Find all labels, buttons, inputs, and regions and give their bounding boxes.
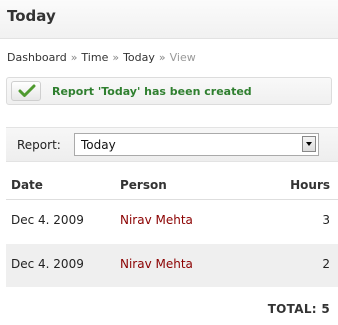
table-row: Dec 4. 2009 Nirav Mehta 2 (6, 244, 338, 288)
breadcrumb: Dashboard» Time» Today» View (7, 51, 196, 64)
cell-hours: 3 (322, 213, 330, 227)
total-hours: TOTAL: 5 (267, 302, 330, 316)
cell-person-link[interactable]: Nirav Mehta (120, 213, 193, 227)
page-title: Today (7, 7, 56, 25)
table-row: Dec 4. 2009 Nirav Mehta 3 (6, 200, 338, 244)
report-label: Report: (17, 138, 61, 152)
report-select[interactable]: Today (74, 133, 319, 156)
breadcrumb-separator: » (158, 51, 166, 64)
checkmark-icon (18, 84, 36, 97)
success-notice: Report 'Today' has been created (6, 77, 332, 105)
breadcrumb-today[interactable]: Today (123, 51, 155, 64)
cell-hours: 2 (322, 257, 330, 271)
table-header: Date Person Hours (6, 172, 338, 200)
column-header-date: Date (11, 178, 43, 192)
report-selector-bar: Report: Today (6, 127, 338, 162)
time-table: Date Person Hours Dec 4. 2009 Nirav Meht… (6, 172, 338, 288)
column-header-hours: Hours (290, 178, 330, 192)
cell-date: Dec 4. 2009 (11, 257, 84, 271)
dropdown-arrow-icon[interactable] (302, 136, 316, 152)
cell-person-link[interactable]: Nirav Mehta (120, 257, 193, 271)
breadcrumb-time[interactable]: Time (81, 51, 108, 64)
cell-date: Dec 4. 2009 (11, 213, 84, 227)
notice-message: Report 'Today' has been created (52, 85, 252, 98)
breadcrumb-separator: » (112, 51, 120, 64)
report-select-value: Today (81, 138, 116, 152)
breadcrumb-view: View (169, 51, 196, 64)
breadcrumb-dashboard[interactable]: Dashboard (7, 51, 67, 64)
page-header: Today (0, 0, 338, 39)
breadcrumb-separator: » (70, 51, 78, 64)
notice-icon-box (11, 81, 41, 101)
column-header-person: Person (120, 178, 167, 192)
